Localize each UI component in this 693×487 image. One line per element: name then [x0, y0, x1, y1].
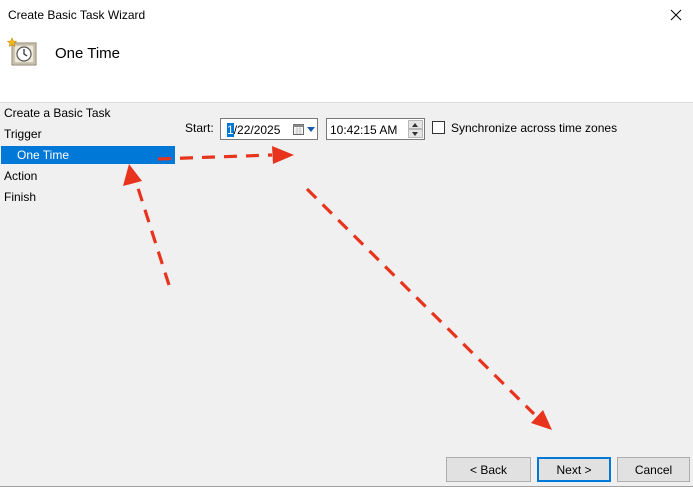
- cancel-button[interactable]: Cancel: [617, 457, 690, 482]
- step-trigger[interactable]: Trigger: [0, 125, 176, 143]
- arrowhead-down-right-icon: [531, 410, 552, 430]
- step-one-time[interactable]: One Time: [1, 146, 175, 164]
- close-button[interactable]: [659, 0, 693, 30]
- start-time-field[interactable]: 10:42:15 AM: [326, 118, 425, 140]
- start-date-value[interactable]: 1/22/2025: [227, 123, 280, 137]
- page-title: One Time: [55, 45, 121, 62]
- next-button[interactable]: Next >: [537, 457, 611, 482]
- arrowhead-right-icon: [272, 146, 294, 164]
- arrow-to-next-dashes: [305, 187, 536, 416]
- start-label: Start:: [185, 121, 214, 135]
- back-button[interactable]: < Back: [446, 457, 531, 482]
- arrow-up-icon: [412, 123, 418, 127]
- wizard-header: One Time: [0, 30, 693, 103]
- step-finish[interactable]: Finish: [0, 188, 176, 206]
- sync-timezones-checkbox[interactable]: [432, 121, 445, 134]
- window-title: Create Basic Task Wizard: [8, 8, 146, 22]
- arrow-down-icon: [412, 132, 418, 136]
- start-time-value[interactable]: 10:42:15 AM: [330, 123, 397, 137]
- calendar-icon[interactable]: [293, 123, 304, 135]
- step-create-basic-task[interactable]: Create a Basic Task: [0, 104, 176, 122]
- sync-timezones-label[interactable]: Synchronize across time zones: [451, 121, 617, 135]
- close-icon: [670, 9, 682, 21]
- time-spin-up-button[interactable]: [408, 120, 423, 129]
- title-bar: Create Basic Task Wizard: [0, 0, 693, 30]
- step-action[interactable]: Action: [0, 167, 176, 185]
- date-rest: /22/2025: [233, 123, 281, 137]
- arrow-to-date-dashes: [157, 153, 273, 161]
- chevron-down-icon[interactable]: [307, 127, 315, 132]
- date-month-selected: 1: [227, 123, 234, 137]
- task-wizard-window: Create Basic Task Wizard One Time Create…: [0, 0, 693, 487]
- task-clock-icon: [6, 37, 37, 66]
- time-spin-down-button[interactable]: [408, 129, 423, 138]
- start-date-picker[interactable]: 1/22/2025: [220, 118, 318, 140]
